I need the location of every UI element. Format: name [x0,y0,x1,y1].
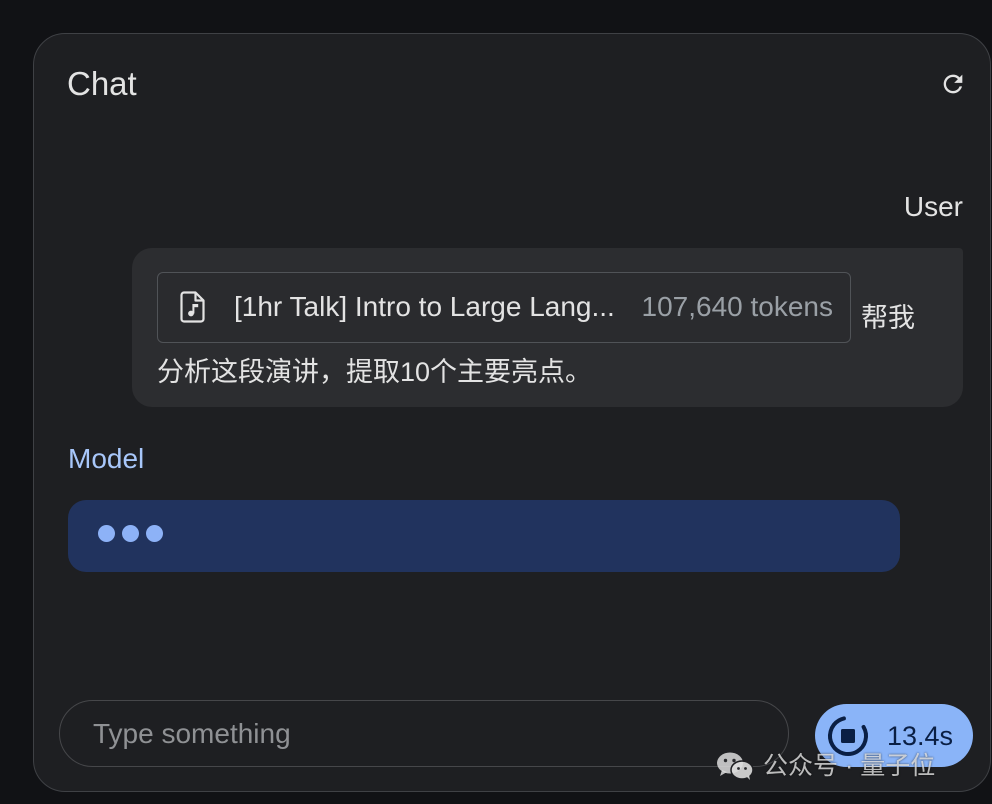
typing-dot [122,525,139,542]
audio-file-icon [180,291,205,323]
stop-icon [828,716,868,756]
refresh-icon[interactable] [939,70,967,98]
model-response-bubble [68,500,900,572]
user-message-text: 分析这段演讲，提取10个主要亮点。 [157,357,593,387]
typing-dot [146,525,163,542]
typing-dot [98,525,115,542]
model-role-label: Model [68,443,145,474]
chat-panel: Chat User [1hr Talk] Intro to Large Lang… [33,33,991,792]
user-message-text: 帮我 [861,303,915,333]
attachment-token-count: 107,640 tokens [641,291,834,322]
attachment-chip[interactable]: [1hr Talk] Intro to Large Lang... 107,64… [157,272,851,343]
attachment-file-name: [1hr Talk] Intro to Large Lang... [234,291,615,322]
typing-dots-icon [98,525,163,542]
panel-title: Chat [67,65,137,102]
user-role-label: User [903,191,963,222]
run-elapsed-time: 13.4s [887,721,954,751]
prompt-input[interactable] [59,700,789,767]
user-message-bubble: [1hr Talk] Intro to Large Lang... 107,64… [132,248,963,407]
stop-run-button[interactable]: 13.4s [815,704,973,767]
